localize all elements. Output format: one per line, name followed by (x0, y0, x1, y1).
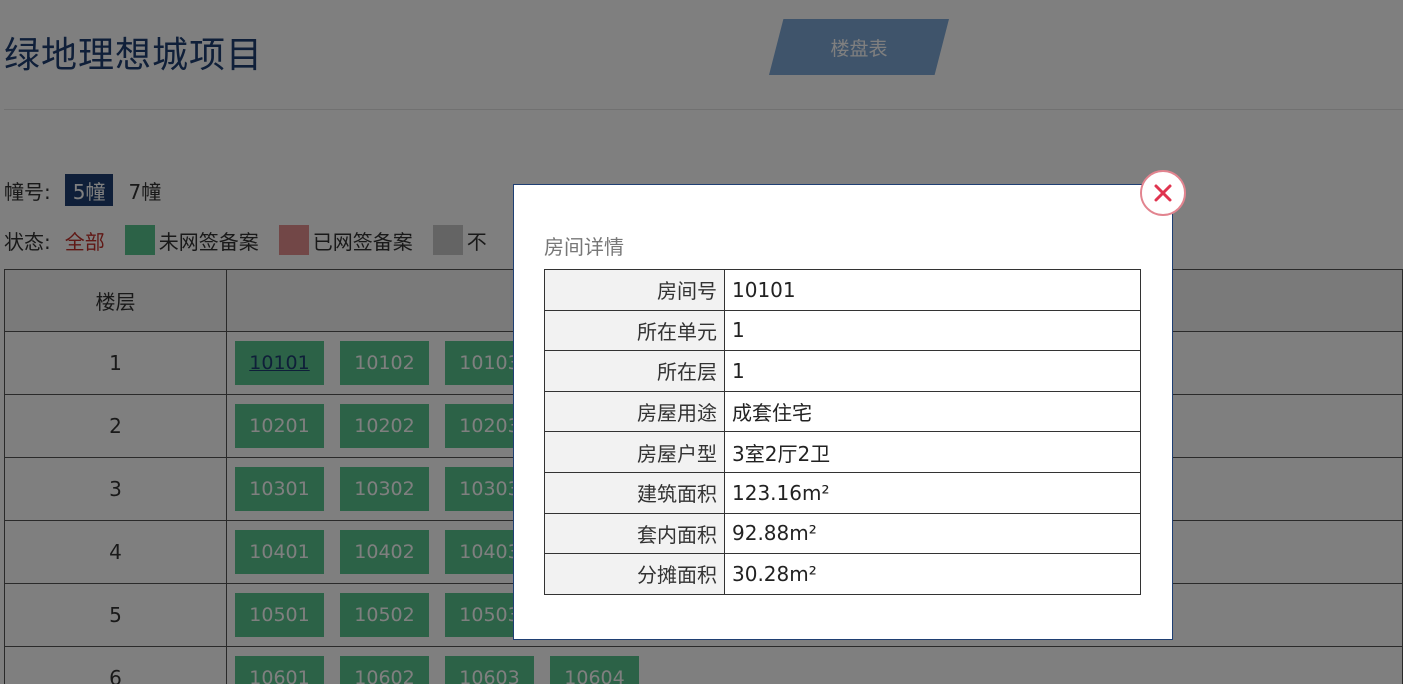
detail-label: 所在层 (544, 350, 725, 392)
detail-value: 1 (724, 350, 1141, 392)
detail-value: 1 (724, 309, 1141, 352)
detail-label: 房屋户型 (544, 431, 725, 473)
detail-label: 房屋用途 (544, 390, 725, 433)
detail-label: 建筑面积 (544, 471, 725, 514)
room-detail-modal: 房间详情 房间号 10101 所在单元 1 所在层 1 房屋用途 成套住宅 房屋户型 3室… (513, 184, 1173, 640)
detail-row: 套内面积 92.88m² (544, 512, 1141, 555)
detail-value: 92.88m² (724, 512, 1141, 555)
detail-row: 建筑面积 123.16m² (544, 471, 1141, 514)
detail-row: 所在单元 1 (544, 309, 1141, 352)
detail-value: 成套住宅 (724, 390, 1141, 433)
detail-value: 123.16m² (724, 471, 1141, 514)
detail-row: 房屋户型 3室2厅2卫 (544, 431, 1141, 473)
detail-value: 3室2厅2卫 (724, 431, 1141, 473)
detail-value: 30.28m² (724, 553, 1141, 595)
modal-close-button[interactable] (1140, 170, 1186, 216)
modal-title: 房间详情 (544, 235, 624, 259)
room-detail-table: 房间号 10101 所在单元 1 所在层 1 房屋用途 成套住宅 房屋户型 3室2厅2卫 … (544, 269, 1141, 595)
detail-value: 10101 (724, 269, 1141, 311)
detail-row: 分摊面积 30.28m² (544, 553, 1141, 595)
detail-row: 房屋用途 成套住宅 (544, 390, 1141, 433)
detail-row: 所在层 1 (544, 350, 1141, 392)
detail-row: 房间号 10101 (544, 269, 1141, 311)
detail-label: 房间号 (544, 269, 725, 311)
detail-label: 所在单元 (544, 309, 725, 352)
detail-label: 分摊面积 (544, 553, 725, 595)
close-icon (1154, 184, 1172, 202)
detail-label: 套内面积 (544, 512, 725, 555)
